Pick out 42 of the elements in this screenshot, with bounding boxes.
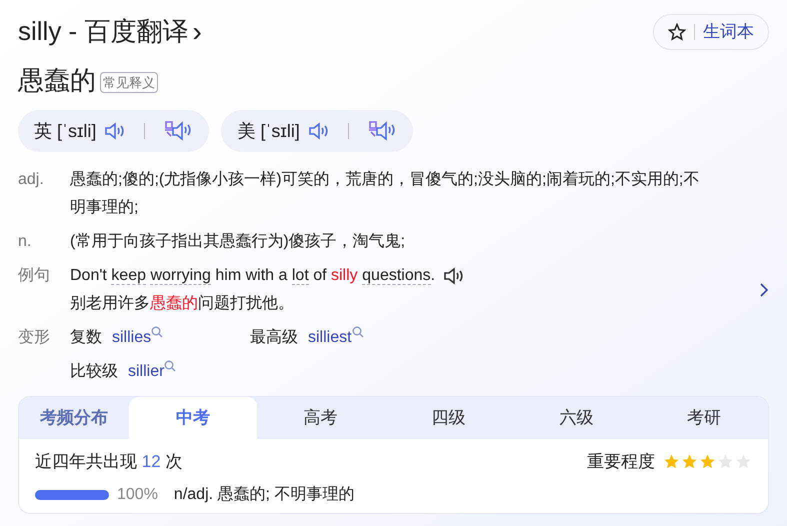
star-icon xyxy=(668,22,686,40)
star-icon xyxy=(699,453,716,470)
chevron-right-icon[interactable] xyxy=(759,282,769,298)
part-of-speech: adj. xyxy=(18,170,45,190)
importance-label: 重要程度 xyxy=(587,451,655,473)
inflection-link[interactable]: silliest xyxy=(308,324,352,352)
slow-speaker-icon[interactable] xyxy=(163,120,194,142)
inflection-type: 复数 xyxy=(70,328,102,348)
inflection-type: 最高级 xyxy=(250,328,298,348)
percent-text: 100% xyxy=(117,484,158,504)
page-title[interactable]: silly - 百度翻译 xyxy=(18,12,188,51)
part-of-speech: n. xyxy=(18,232,32,252)
example-translation: 别老用许多愚蠢的问题打扰他。 xyxy=(70,294,295,314)
chevron-icon[interactable]: › xyxy=(192,18,202,46)
inflection-type: 比较级 xyxy=(70,362,118,382)
inflection-label: 变形 xyxy=(18,328,51,348)
search-icon[interactable] xyxy=(164,360,176,372)
exam-frequency-heading: 考频分布 xyxy=(39,407,109,430)
example-label: 例句 xyxy=(18,266,51,286)
star-icon xyxy=(681,453,698,470)
definition-text: 愚蠢的;傻的;(尤指像小孩一样)可笑的，荒唐的，冒傻气的;没头脑的;闹着玩的;不实用的;不明事理的; xyxy=(70,170,700,218)
speaker-icon[interactable] xyxy=(443,266,466,286)
exam-tab[interactable]: 高考 xyxy=(256,397,385,439)
exam-tab[interactable]: 四级 xyxy=(384,397,512,439)
inflection-link[interactable]: sillies xyxy=(112,324,152,352)
sense-text: n/adj. 愚蠢的; 不明事理的 xyxy=(174,484,354,504)
exam-tab[interactable]: 中考 xyxy=(129,397,257,439)
definition-text: (常用于向孩子指出其愚蠢行为)傻孩子，淘气鬼; xyxy=(70,232,406,252)
headword-meaning: 愚蠢的 xyxy=(18,64,96,97)
search-icon[interactable] xyxy=(151,326,164,338)
pronunciation-text: 美 [ˈsɪli] xyxy=(237,120,300,143)
example-sentence: Don't keep worrying him with a lot of silly questions. xyxy=(70,266,436,287)
wordbook-button[interactable]: 生词本 xyxy=(653,14,769,50)
occurrence-text: 近四年共出现 12 次 xyxy=(35,451,182,473)
definition-tag: 常见释义 xyxy=(100,72,158,94)
pronunciation-text: 英 [ˈsɪli] xyxy=(34,120,96,143)
exam-tab[interactable]: 考研 xyxy=(640,397,768,439)
search-icon[interactable] xyxy=(352,326,364,338)
slow-speaker-icon[interactable] xyxy=(366,120,397,142)
exam-tab[interactable]: 六级 xyxy=(512,397,640,439)
inflection-link[interactable]: sillier xyxy=(128,358,164,386)
star-icon xyxy=(663,453,680,470)
